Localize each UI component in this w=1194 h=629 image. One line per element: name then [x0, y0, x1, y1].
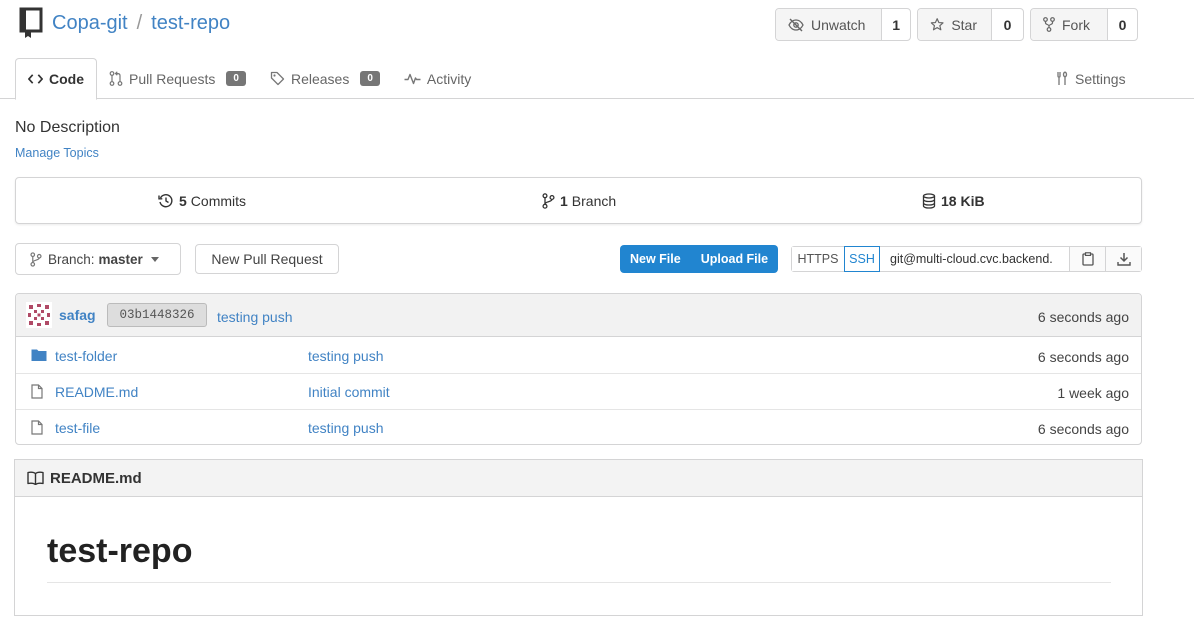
file-icon [31, 384, 43, 399]
branch-selector-value: master [98, 251, 143, 267]
tab-activity[interactable]: Activity [392, 58, 483, 99]
file-commit-message-link[interactable]: testing push [308, 348, 384, 364]
readme-header: README.md [15, 460, 1142, 497]
latest-commit-row: safag 03b1448326 testing push 6 seconds … [16, 294, 1141, 337]
clone-url-input[interactable]: git@multi-cloud.cvc.backend. [880, 247, 1069, 271]
copy-url-button[interactable] [1069, 247, 1105, 271]
file-name-link[interactable]: README.md [55, 384, 138, 400]
file-actions-group: New File Upload File [620, 245, 779, 273]
branches-count: 1 [560, 192, 568, 209]
repo-icon [19, 7, 43, 38]
readme-filename: README.md [50, 469, 142, 487]
tab-pull-requests-label: Pull Requests [129, 70, 216, 87]
clone-panel: HTTPS SSH git@multi-cloud.cvc.backend. [791, 246, 1142, 272]
file-list: safag 03b1448326 testing push 6 seconds … [15, 293, 1142, 445]
fork-button-group: Fork 0 [1030, 8, 1138, 41]
tools-icon [1057, 71, 1068, 85]
tab-code-label: Code [49, 71, 84, 87]
tab-pull-requests[interactable]: Pull Requests 0 [97, 58, 258, 99]
repo-owner-link[interactable]: Copa-git [52, 12, 128, 35]
tag-icon [270, 71, 285, 86]
tab-activity-label: Activity [426, 70, 472, 87]
commits-label: Commits [190, 192, 247, 209]
forks-count[interactable]: 0 [1108, 9, 1137, 40]
branch-icon [30, 251, 42, 267]
code-icon [28, 74, 43, 84]
commits-stat[interactable]: 5 Commits [158, 178, 246, 223]
fork-button[interactable]: Fork [1031, 9, 1108, 40]
releases-count-badge: 0 [360, 71, 380, 86]
tab-releases-label: Releases [290, 70, 350, 87]
branches-stat[interactable]: 1 Branch [542, 178, 616, 223]
repo-size-stat: 18 KiB [922, 178, 989, 223]
repo-path-separator: / [136, 11, 143, 34]
database-icon [922, 192, 936, 209]
table-row: README.md Initial commit 1 week ago [16, 374, 1141, 410]
eye-slash-icon [788, 18, 804, 31]
repo-header: Copa-git / test-repo Unwatch 1 Star 0 Fo… [0, 0, 1194, 100]
readme-panel: README.md test-repo [14, 459, 1143, 616]
commit-author-link[interactable]: safag [59, 307, 96, 323]
caret-down-icon [150, 256, 159, 262]
new-file-button[interactable]: New File [620, 245, 691, 273]
star-button[interactable]: Star [918, 9, 992, 40]
stars-count[interactable]: 0 [992, 9, 1023, 40]
clipboard-icon [1081, 252, 1094, 266]
repo-title: Copa-git / test-repo [18, 7, 230, 38]
file-commit-message-link[interactable]: testing push [308, 420, 384, 436]
branch-selector[interactable]: Branch: master [15, 243, 181, 275]
readme-heading: test-repo [47, 532, 193, 570]
file-name-link[interactable]: test-folder [55, 348, 117, 364]
unwatch-label: Unwatch [811, 16, 866, 33]
upload-file-button[interactable]: Upload File [691, 245, 778, 273]
readme-divider [47, 582, 1111, 583]
fork-label: Fork [1062, 16, 1090, 33]
repo-tabs: Code Pull Requests 0 Releases 0 Activity [15, 58, 483, 100]
branches-label: Branch [571, 192, 617, 209]
repo-name-link[interactable]: test-repo [151, 12, 230, 35]
branch-selector-prefix: Branch: [48, 251, 95, 267]
commit-age: 6 seconds ago [1037, 309, 1129, 325]
file-age: 6 seconds ago [1037, 349, 1129, 365]
file-name-link[interactable]: test-file [55, 420, 100, 436]
tab-releases[interactable]: Releases 0 [258, 58, 392, 99]
tab-settings-label: Settings [1075, 70, 1126, 87]
repo-description: No Description [15, 119, 120, 136]
clone-ssh-button[interactable]: SSH [844, 246, 880, 272]
unwatch-button[interactable]: Unwatch [776, 9, 883, 40]
book-icon [27, 471, 44, 485]
fork-icon [1043, 17, 1055, 32]
star-icon [930, 18, 944, 31]
manage-topics-link[interactable]: Manage Topics [15, 146, 99, 160]
file-icon [31, 420, 43, 435]
download-button[interactable] [1105, 247, 1141, 271]
branch-icon [542, 192, 555, 209]
star-button-group: Star 0 [917, 8, 1024, 41]
commits-count: 5 [179, 192, 187, 209]
download-icon [1116, 253, 1131, 266]
pull-requests-count-badge: 0 [226, 71, 246, 86]
folder-icon [31, 349, 47, 361]
table-row: test-folder testing push 6 seconds ago [16, 338, 1141, 374]
repo-stats-bar: 5 Commits 1 Branch 18 KiB [15, 177, 1142, 224]
commit-message-link[interactable]: testing push [217, 309, 293, 325]
clone-https-button[interactable]: HTTPS [792, 247, 844, 271]
file-age: 6 seconds ago [1037, 421, 1129, 437]
new-pull-request-button[interactable]: New Pull Request [195, 244, 339, 274]
file-commit-message-link[interactable]: Initial commit [308, 384, 390, 400]
watchers-count[interactable]: 1 [882, 9, 910, 40]
tab-settings[interactable]: Settings [1055, 58, 1126, 99]
repo-size: 18 KiB [941, 192, 985, 209]
commit-sha-button[interactable]: 03b1448326 [107, 303, 207, 327]
pulse-icon [404, 73, 421, 84]
pull-request-icon [109, 71, 123, 86]
tab-code[interactable]: Code [15, 58, 97, 100]
history-icon [158, 193, 173, 207]
table-row: test-file testing push 6 seconds ago [16, 410, 1141, 446]
file-age: 1 week ago [1057, 385, 1129, 401]
star-label: Star [951, 16, 977, 33]
avatar[interactable] [26, 302, 52, 328]
watch-button-group: Unwatch 1 [775, 8, 911, 41]
